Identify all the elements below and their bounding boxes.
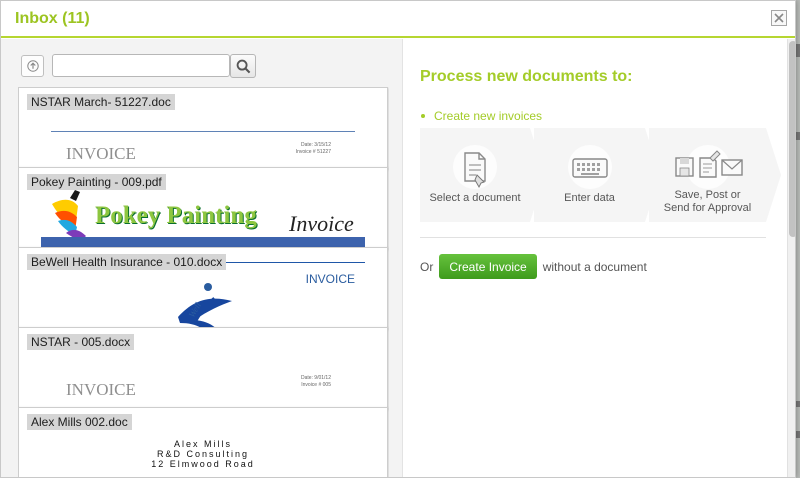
bullet-dot xyxy=(421,114,425,118)
step-label: Save, Post or Send for Approval xyxy=(663,189,752,215)
create-invoice-button[interactable]: Create Invoice xyxy=(439,254,537,279)
document-name: NSTAR March- 51227.doc xyxy=(27,94,175,110)
document-icon xyxy=(451,143,499,191)
inbox-modal: Inbox (11) NSTAR March- 51227.doc INVOIC… xyxy=(0,0,796,478)
modal-title: Inbox (11) xyxy=(15,10,90,27)
document-preview: Alex Mills R&D Consulting 12 Elmwood Roa… xyxy=(29,438,377,477)
document-panel: NSTAR March- 51227.doc INVOICE Date: 3/1… xyxy=(1,39,403,477)
preview-heading: INVOICE xyxy=(305,272,355,286)
document-list: NSTAR March- 51227.doc INVOICE Date: 3/1… xyxy=(18,87,389,477)
document-preview: INVOICE Well xyxy=(29,262,377,328)
background-side-mark xyxy=(796,132,800,140)
step-save-post-send[interactable]: Save, Post or Send for Approval xyxy=(649,128,766,222)
step-select-document[interactable]: Select a document xyxy=(420,128,530,222)
process-heading: Process new documents to: xyxy=(420,68,633,85)
preview-heading: INVOICE xyxy=(66,380,136,399)
without-document-text: without a document xyxy=(542,259,647,274)
document-item[interactable]: BeWell Health Insurance - 010.docx INVOI… xyxy=(18,247,388,329)
preview-meta: Date: 9/01/12 Invoice # 005 xyxy=(300,375,331,388)
preview-meta: Date: 3/15/12 Invoice # 51227 xyxy=(295,142,331,155)
process-panel: Process new documents to: Create new inv… xyxy=(403,39,795,477)
search-button[interactable] xyxy=(230,54,256,78)
document-preview: Pokey Painting Invoice xyxy=(29,190,377,248)
process-steps: Select a document Enter data Save, Post … xyxy=(420,128,781,222)
preview-brand: Pokey Painting xyxy=(95,202,257,229)
preview-heading: INVOICE xyxy=(66,144,136,163)
document-item[interactable]: NSTAR March- 51227.doc INVOICE Date: 3/1… xyxy=(18,87,388,169)
document-preview: INVOICE Date: 9/01/12 Invoice # 005 xyxy=(29,358,377,408)
document-name: NSTAR - 005.docx xyxy=(27,334,135,350)
create-new-invoices-option: Create new invoices xyxy=(421,109,542,123)
document-item[interactable]: Alex Mills 002.doc Alex Mills R&D Consul… xyxy=(18,407,388,477)
search-input[interactable] xyxy=(53,55,229,76)
document-name: Alex Mills 002.doc xyxy=(27,414,132,430)
step-arrow xyxy=(766,128,781,222)
option-label: Create new invoices xyxy=(434,109,543,123)
document-item[interactable]: Pokey Painting - 009.pdf Pokey Painting … xyxy=(18,167,388,249)
section-divider xyxy=(420,237,766,238)
create-without-document-row: Or Create Invoice without a document xyxy=(420,254,647,279)
close-icon xyxy=(774,13,784,23)
document-name: Pokey Painting - 009.pdf xyxy=(27,174,166,190)
modal-header: Inbox (11) xyxy=(1,1,795,38)
document-name: BeWell Health Insurance - 010.docx xyxy=(27,254,227,270)
preview-heading: Invoice xyxy=(289,211,354,236)
preview-address: Alex Mills R&D Consulting 12 Elmwood Roa… xyxy=(151,439,255,469)
step-enter-data[interactable]: Enter data xyxy=(534,128,645,222)
document-item[interactable]: NSTAR - 005.docx INVOICE Date: 9/01/12 I… xyxy=(18,327,388,409)
background-side-mark xyxy=(796,431,800,438)
preview-rule xyxy=(51,131,355,132)
upload-arrow-icon xyxy=(26,60,39,72)
save-post-send-icon xyxy=(669,143,747,191)
or-text: Or xyxy=(420,259,434,274)
background-side-mark xyxy=(796,44,800,57)
search-icon xyxy=(236,59,250,73)
step-label: Select a document xyxy=(429,192,521,204)
upload-button[interactable] xyxy=(21,55,44,77)
document-preview: INVOICE Date: 3/15/12 Invoice # 51227 xyxy=(29,118,377,168)
scrollbar-thumb[interactable] xyxy=(789,41,795,237)
background-side-mark xyxy=(796,401,800,407)
search-input-wrapper[interactable] xyxy=(52,54,230,77)
step-label: Enter data xyxy=(564,192,615,204)
close-button[interactable] xyxy=(771,10,787,26)
right-scrollbar[interactable] xyxy=(787,39,795,477)
keyboard-icon xyxy=(566,143,614,191)
